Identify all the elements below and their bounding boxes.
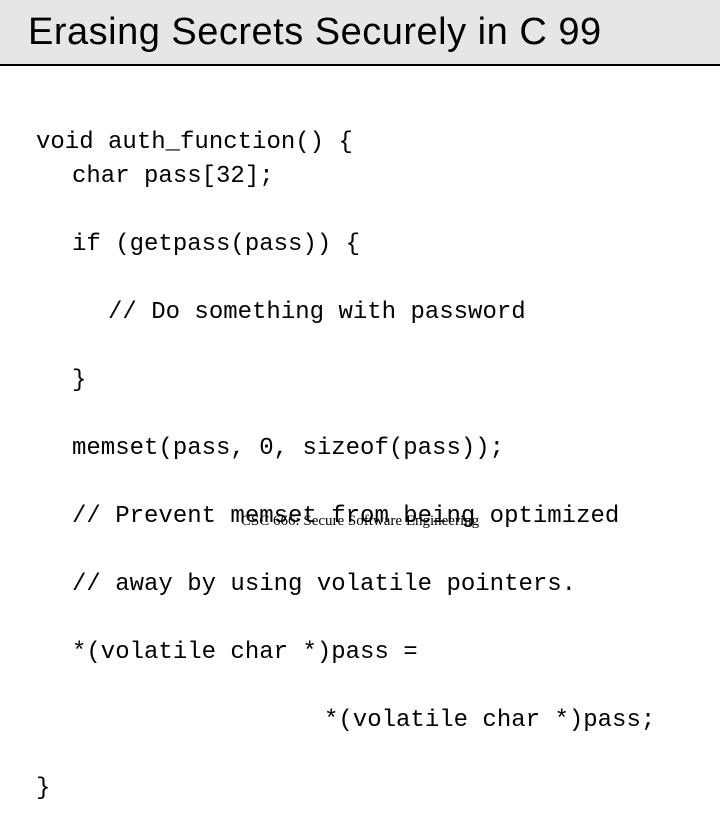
title-bar: Erasing Secrets Securely in C 99 (0, 0, 720, 66)
code-line: // away by using volatile pointers. (36, 568, 700, 602)
code-line: memset(pass, 0, sizeof(pass)); (36, 432, 700, 466)
code-line: *(volatile char *)pass; (36, 704, 700, 738)
code-line: } (36, 364, 700, 398)
slide-title: Erasing Secrets Securely in C 99 (28, 11, 602, 54)
code-line: char pass[32]; (36, 160, 700, 194)
code-line: // Do something with password (36, 296, 700, 330)
code-block: void auth_function() { char pass[32]; if… (36, 92, 700, 840)
code-line: *(volatile char *)pass = (36, 636, 700, 670)
code-line: void auth_function() { (36, 129, 353, 156)
code-line: if (getpass(pass)) { (36, 228, 700, 262)
code-line: } (36, 775, 50, 802)
slide-footer: CSC 666: Secure Software Engineering (0, 513, 720, 530)
slide: Erasing Secrets Securely in C 99 void au… (0, 0, 720, 540)
